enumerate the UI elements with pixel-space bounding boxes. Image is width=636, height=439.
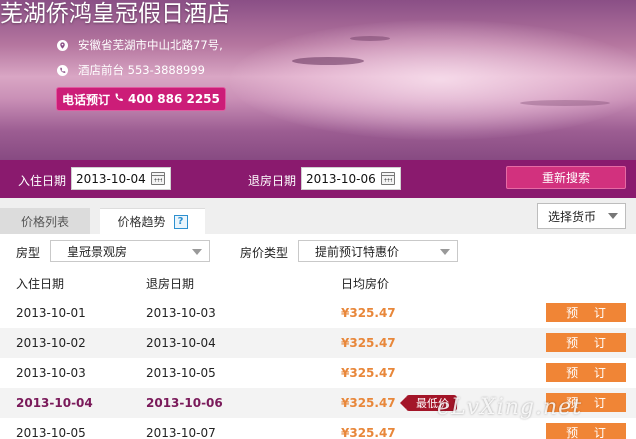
checkout-date-input[interactable]: 2013-10-06 [301,167,401,190]
room-type-label: 房型 [16,246,41,260]
table-row: 2013-10-03 2013-10-05 ¥325.47 预 订 [0,358,636,388]
handset-icon [114,92,124,106]
chevron-down-icon [192,249,202,255]
hotel-address: 安徽省芜湖市中山北路77号, [78,38,223,52]
checkout-date-cell: 2013-10-05 [146,366,216,380]
checkin-date-cell: 2013-10-05 [16,426,86,439]
checkin-date-cell: 2013-10-04 [16,396,93,410]
book-button[interactable]: 预 订 [546,423,626,439]
room-type-value: 皇冠景观房 [67,244,128,259]
hotel-name: 芜湖侨鸿皇冠假日酒店 [0,1,230,27]
checkin-date-cell: 2013-10-01 [16,306,86,320]
price-cell: ¥325.47 [341,426,396,439]
column-header-avg-price: 日均房价 [341,277,390,291]
price-cell: ¥325.47 [341,336,396,350]
book-button[interactable]: 预 订 [546,333,626,352]
tab-price-trend[interactable]: 价格趋势 ? [100,208,205,234]
checkout-date-cell: 2013-10-06 [146,396,223,410]
rate-type-value: 提前预订特惠价 [315,244,400,259]
help-icon[interactable]: ? [173,214,188,229]
checkin-date-cell: 2013-10-02 [16,336,86,350]
phone-booking-button[interactable]: 电话预订 400 886 2255 [56,87,226,111]
chevron-down-icon [608,213,618,219]
checkin-date-cell: 2013-10-03 [16,366,86,380]
tab-price-list[interactable]: 价格列表 [0,208,90,234]
price-cell: ¥325.47 [341,306,396,320]
hotel-banner: 芜湖侨鸿皇冠假日酒店 安徽省芜湖市中山北路77号, 酒店前台 553-38889… [0,0,636,160]
calendar-icon[interactable] [151,172,165,185]
table-row: 2013-10-05 2013-10-07 ¥325.47 预 订 [0,418,636,439]
rate-type-select[interactable]: 提前预订特惠价 [298,240,458,262]
front-desk-phone: 酒店前台 553-3888999 [78,63,205,77]
price-cell: ¥325.47 [341,396,396,410]
checkin-date-input[interactable]: 2013-10-04 [71,167,171,190]
column-header-checkin: 入住日期 [16,277,65,291]
room-type-select[interactable]: 皇冠景观房 [50,240,210,262]
rate-type-label: 房价类型 [240,246,289,260]
tab-label: 价格列表 [20,214,69,229]
currency-select-label: 选择货币 [548,209,597,224]
price-table-header: 入住日期 退房日期 日均房价 [0,268,636,296]
checkout-date-cell: 2013-10-03 [146,306,216,320]
checkin-date-value: 2013-10-04 [76,171,146,186]
banner-island [520,100,610,106]
tab-label: 价格趋势 [117,215,166,229]
front-desk-row: 酒店前台 553-3888999 [57,62,205,78]
checkout-date-cell: 2013-10-07 [146,426,216,439]
currency-select[interactable]: 选择货币 [537,203,626,229]
book-button[interactable]: 预 订 [546,303,626,322]
calendar-icon[interactable] [381,172,395,185]
book-button[interactable]: 预 订 [546,363,626,382]
banner-glow [230,20,636,140]
location-icon [57,39,68,51]
banner-island [292,57,364,65]
column-header-checkout: 退房日期 [146,277,195,291]
phone-icon [57,64,68,76]
address-row: 安徽省芜湖市中山北路77号, [57,37,223,53]
checkout-date-cell: 2013-10-04 [146,336,216,350]
banner-island [350,36,390,41]
site-watermark: eLvXing.net [437,395,583,420]
chevron-down-icon [440,249,450,255]
filter-row: 房型 皇冠景观房 房价类型 提前预订特惠价 [0,238,636,266]
table-row: 2013-10-02 2013-10-04 ¥325.47 预 订 [0,328,636,358]
phone-booking-number: 400 886 2255 [128,92,220,106]
checkin-label: 入住日期 [18,174,67,188]
checkout-date-value: 2013-10-06 [306,171,376,186]
research-button[interactable]: 重新搜索 [506,166,626,189]
checkout-label: 退房日期 [248,174,297,188]
phone-booking-label: 电话预订 [62,92,111,107]
table-row: 2013-10-01 2013-10-03 ¥325.47 预 订 [0,298,636,328]
price-cell: ¥325.47 [341,366,396,380]
